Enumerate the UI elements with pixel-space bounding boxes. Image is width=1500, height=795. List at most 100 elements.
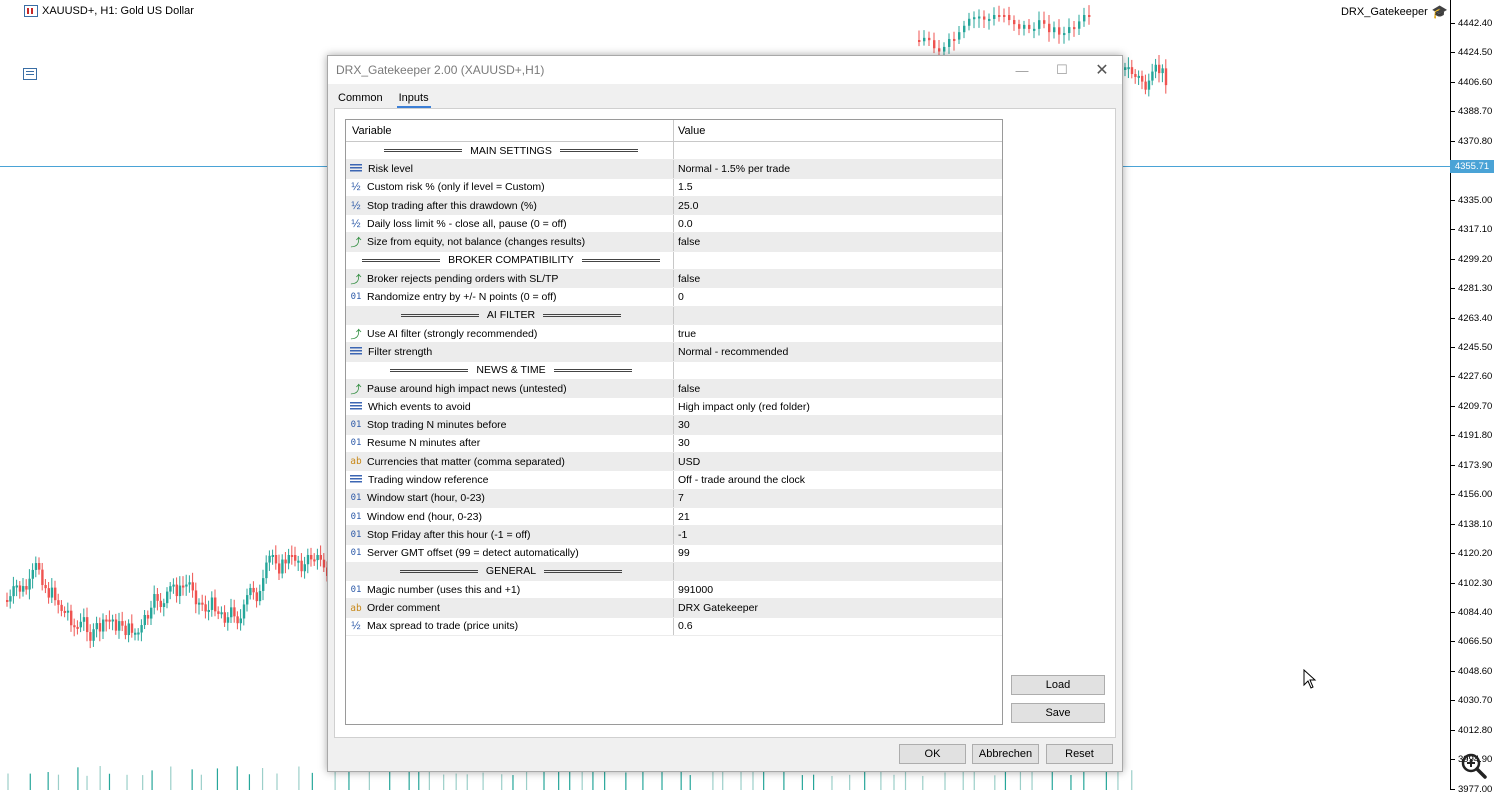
- value-cell[interactable]: -1: [674, 529, 1002, 541]
- value-cell[interactable]: 0.6: [674, 620, 1002, 632]
- price-tick-label: 4138.10: [1451, 519, 1500, 530]
- variable-cell: GENERAL: [346, 562, 674, 581]
- input-row[interactable]: 01 Server GMT offset (99 = detect automat…: [346, 544, 1002, 563]
- inputs-grid: Variable Value MAIN SETTINGS Risk level No…: [345, 119, 1003, 725]
- section-header-row[interactable]: MAIN SETTINGS: [346, 142, 1002, 161]
- variable-cell: 01 Window start (hour, 0-23): [346, 489, 674, 507]
- value-cell[interactable]: 0: [674, 291, 1002, 303]
- header-variable[interactable]: Variable: [346, 120, 674, 141]
- input-row[interactable]: Trading window reference Off - trade arou…: [346, 471, 1002, 490]
- input-row[interactable]: ½ Daily loss limit % - close all, pause (…: [346, 215, 1002, 234]
- candlestick: [82, 608, 86, 631]
- input-row[interactable]: ½ Stop trading after this drawdown (%) 25.…: [346, 196, 1002, 216]
- candlestick: [134, 628, 137, 641]
- variable-label: Magic number (uses this and +1): [367, 583, 521, 596]
- value-cell[interactable]: 1.5: [674, 181, 1002, 193]
- value-cell[interactable]: 991000: [674, 584, 1002, 596]
- candlestick: [201, 594, 204, 612]
- candlestick: [198, 598, 201, 615]
- value-cell[interactable]: Normal - 1.5% per trade: [674, 163, 1002, 175]
- ok-button[interactable]: OK: [899, 744, 966, 764]
- value-cell[interactable]: 21: [674, 511, 1002, 523]
- input-row[interactable]: ⤴ Broker rejects pending orders with SL/T…: [346, 270, 1002, 289]
- input-row[interactable]: 01 Randomize entry by +/- N points (0 = o…: [346, 288, 1002, 307]
- value-cell[interactable]: Normal - recommended: [674, 346, 1002, 358]
- input-row[interactable]: ⤴ Pause around high impact news (untested…: [346, 379, 1002, 399]
- variable-cell: 01 Stop Friday after this hour (-1 = off): [346, 526, 674, 544]
- input-row[interactable]: Filter strength Normal - recommended: [346, 343, 1002, 362]
- tab-common[interactable]: Common: [336, 90, 385, 108]
- value-cell[interactable]: 30: [674, 419, 1002, 431]
- chart-bars-icon[interactable]: [24, 5, 38, 17]
- candlestick: [978, 9, 981, 28]
- value-cell[interactable]: true: [674, 328, 1002, 340]
- dialog-titlebar[interactable]: DRX_Gatekeeper 2.00 (XAUUSD+,H1) — ☐ ✕: [328, 56, 1122, 84]
- value-cell[interactable]: USD: [674, 456, 1002, 468]
- save-button[interactable]: Save: [1011, 703, 1105, 723]
- value-cell[interactable]: 7: [674, 492, 1002, 504]
- input-row[interactable]: 01 Stop trading N minutes before 30: [346, 416, 1002, 435]
- maximize-icon[interactable]: ☐: [1042, 56, 1082, 84]
- tab-inputs[interactable]: Inputs: [396, 90, 431, 108]
- variable-cell: BROKER COMPATIBILITY: [346, 251, 674, 270]
- value-cell[interactable]: High impact only (red folder): [674, 401, 1002, 413]
- input-row[interactable]: 01 Magic number (uses this and +1) 991000: [346, 581, 1002, 600]
- value-cell[interactable]: Off - trade around the clock: [674, 474, 1002, 486]
- minimize-icon[interactable]: —: [1002, 56, 1042, 84]
- candlestick: [140, 619, 143, 642]
- value-cell[interactable]: 30: [674, 437, 1002, 449]
- input-row[interactable]: ⤴ Use AI filter (strongly recommended) tru…: [346, 324, 1002, 344]
- input-row[interactable]: ½ Max spread to trade (price units) 0.6: [346, 617, 1002, 637]
- candlestick: [1073, 21, 1076, 37]
- candlestick: [1158, 55, 1161, 83]
- variable-cell: Which events to avoid: [346, 398, 674, 416]
- value-cell[interactable]: 99: [674, 547, 1002, 559]
- input-row[interactable]: ⤴ Size from equity, not balance (changes …: [346, 233, 1002, 252]
- value-cell[interactable]: false: [674, 383, 1002, 395]
- candlestick: [988, 13, 991, 30]
- section-header-row[interactable]: GENERAL: [346, 562, 1002, 582]
- section-header-row[interactable]: BROKER COMPATIBILITY: [346, 251, 1002, 271]
- expert-advisor-label[interactable]: DRX_Gatekeeper 🎓: [1341, 4, 1448, 20]
- double-value-icon: ½: [351, 199, 361, 212]
- zoom-in-icon[interactable]: [1460, 752, 1488, 780]
- variable-label: Daily loss limit % - close all, pause (0…: [367, 217, 567, 230]
- graduation-cap-icon: 🎓: [1431, 4, 1448, 19]
- header-value[interactable]: Value: [674, 125, 705, 137]
- input-row[interactable]: ½ Custom risk % (only if level = Custom) 1…: [346, 178, 1002, 197]
- value-cell[interactable]: false: [674, 236, 1002, 248]
- candlestick: [73, 618, 76, 637]
- close-icon[interactable]: ✕: [1082, 56, 1122, 84]
- input-row[interactable]: 01 Stop Friday after this hour (-1 = off)…: [346, 526, 1002, 545]
- price-tick-label: 4102.30: [1451, 578, 1500, 589]
- value-cell[interactable]: 25.0: [674, 200, 1002, 212]
- price-scale[interactable]: 4442.404424.504406.604388.704370.804352.…: [1450, 0, 1500, 795]
- input-row[interactable]: ab Currencies that matter (comma separate…: [346, 453, 1002, 472]
- section-header-row[interactable]: AI FILTER: [346, 306, 1002, 325]
- value-cell[interactable]: DRX Gatekeeper: [674, 602, 1002, 614]
- candlestick: [963, 20, 966, 39]
- section-divider: [559, 149, 638, 153]
- input-row[interactable]: Which events to avoid High impact only (r…: [346, 398, 1002, 417]
- input-row[interactable]: 01 Resume N minutes after 30: [346, 434, 1002, 454]
- input-row[interactable]: ab Order comment DRX Gatekeeper: [346, 599, 1002, 618]
- input-row[interactable]: Risk level Normal - 1.5% per trade: [346, 160, 1002, 179]
- enum-list-icon: [350, 475, 362, 485]
- double-value-icon: ½: [351, 181, 361, 194]
- chart-title-bar: XAUUSD+, H1: Gold US Dollar: [6, 3, 194, 80]
- reset-button[interactable]: Reset: [1046, 744, 1113, 764]
- candlestick: [1023, 20, 1026, 36]
- price-tick-label: 4191.80: [1451, 430, 1500, 441]
- section-header-row[interactable]: NEWS & TIME: [346, 361, 1002, 380]
- candlestick: [284, 552, 287, 574]
- cancel-button[interactable]: Abbrechen: [972, 744, 1039, 764]
- candlestick: [1043, 11, 1046, 29]
- value-cell[interactable]: 0.0: [674, 218, 1002, 230]
- value-cell[interactable]: false: [674, 273, 1002, 285]
- variable-label: Stop Friday after this hour (-1 = off): [367, 528, 531, 541]
- input-row[interactable]: 01 Window end (hour, 0-23) 21: [346, 507, 1002, 527]
- input-row[interactable]: 01 Window start (hour, 0-23) 7: [346, 489, 1002, 508]
- load-button[interactable]: Load: [1011, 675, 1105, 695]
- candlestick: [928, 31, 931, 46]
- chart-grid-icon[interactable]: [23, 68, 37, 80]
